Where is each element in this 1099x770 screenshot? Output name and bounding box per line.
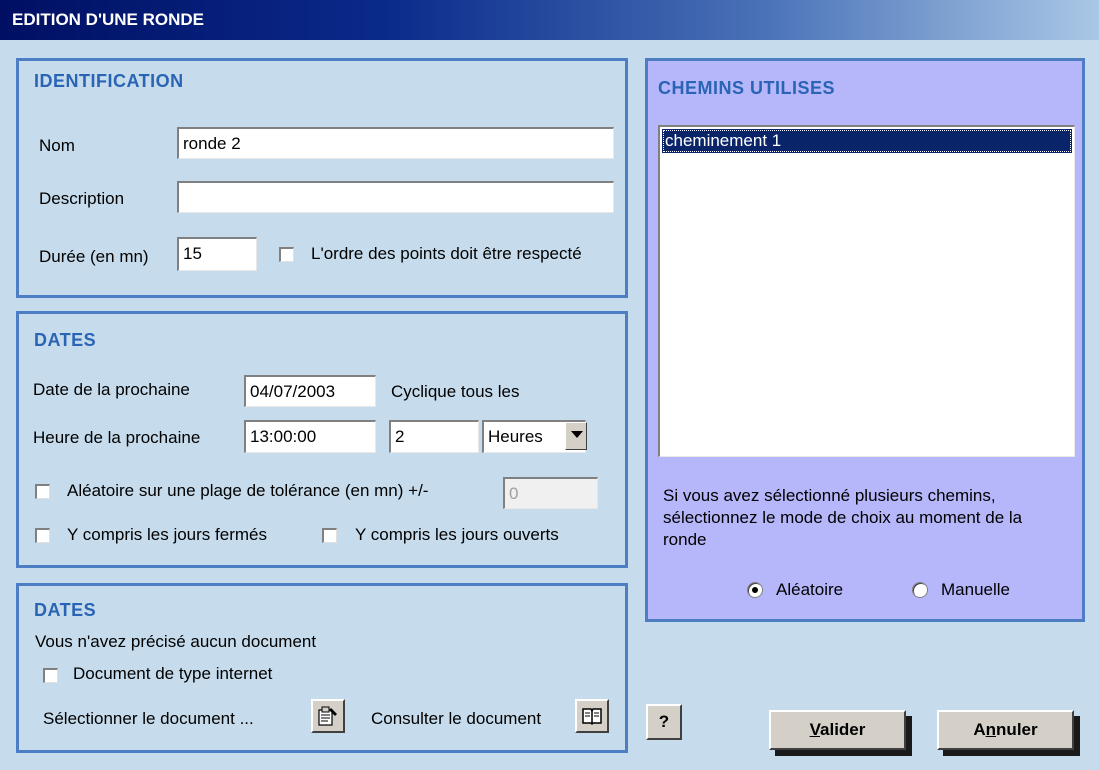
chemins-title: CHEMINS UTILISES [658,78,836,98]
heure-prochaine-label: Heure de la prochaine [33,428,201,447]
duree-input[interactable]: 15 [177,237,257,271]
book-icon [582,708,602,726]
chemins-panel: CHEMINS UTILISES cheminement 1 Si vous a… [645,58,1085,622]
heure-prochaine-input[interactable]: 13:00:00 [244,420,376,453]
description-input[interactable] [177,181,614,213]
select-document-label: Sélectionner le document ... [43,709,254,728]
identification-title: IDENTIFICATION [34,71,184,91]
help-button[interactable]: ? [646,704,682,740]
annuler-label-pre: A [973,720,986,739]
tolerance-input[interactable]: 0 [503,477,598,509]
window-title-bar: EDITION D'UNE RONDE [0,0,1099,40]
date-prochaine-label: Date de la prochaine [33,380,190,399]
help-label: ? [658,712,670,731]
mode-aleatoire-label[interactable]: Aléatoire [776,580,843,600]
consult-document-label: Consulter le document [371,709,542,728]
consult-document-button[interactable] [575,699,609,733]
cyclique-label: Cyclique tous les [391,382,520,401]
jours-fermes-label[interactable]: Y compris les jours fermés [67,525,267,545]
ordre-checkbox[interactable] [279,247,294,262]
annuler-button[interactable]: Annuler [937,710,1074,750]
nom-input[interactable]: ronde 2 [177,127,614,159]
window-title: EDITION D'UNE RONDE [12,10,204,29]
select-document-button[interactable] [311,699,345,733]
chemin-item-selected[interactable]: cheminement 1 [662,129,1072,153]
dates-panel: DATES Date de la prochaine 04/07/2003 Cy… [16,311,628,568]
annuler-accesskey: n [985,720,997,739]
document-internet-checkbox[interactable] [43,668,58,683]
mode-manuelle-radio[interactable] [912,582,928,598]
chemins-info: Si vous avez sélectionné plusieurs chemi… [663,486,1023,549]
valider-label: alider [820,720,866,739]
jours-ouverts-label[interactable]: Y compris les jours ouverts [355,525,559,545]
chemins-listbox[interactable]: cheminement 1 [658,125,1075,457]
mode-manuelle-label[interactable]: Manuelle [941,580,1010,600]
dates-title: DATES [34,330,97,350]
ordre-label[interactable]: L'ordre des points doit être respecté [311,244,582,264]
description-label: Description [39,189,125,208]
document-internet-label[interactable]: Document de type internet [73,664,272,684]
document-panel: DATES Vous n'avez précisé aucun document… [16,583,628,753]
date-prochaine-input[interactable]: 04/07/2003 [244,375,376,407]
jours-ouverts-checkbox[interactable] [322,528,337,543]
chevron-down-icon[interactable] [565,422,587,450]
cycle-value-input[interactable]: 2 [389,420,479,453]
jours-fermes-checkbox[interactable] [35,528,50,543]
mode-aleatoire-radio[interactable] [747,582,763,598]
aleatoire-label[interactable]: Aléatoire sur une plage de tolérance (en… [67,481,428,501]
properties-icon [318,706,337,726]
aleatoire-checkbox[interactable] [35,484,50,499]
document-title: DATES [34,600,97,620]
annuler-label: nuler [996,720,1038,739]
duree-label: Durée (en mn) [39,247,149,266]
document-status: Vous n'avez précisé aucun document [35,632,317,651]
valider-accesskey: V [809,720,821,739]
cycle-unit-value: Heures [488,427,543,446]
nom-label: Nom [39,136,75,155]
identification-panel: IDENTIFICATION Nom ronde 2 Description D… [16,58,628,298]
valider-button[interactable]: Valider [769,710,906,750]
